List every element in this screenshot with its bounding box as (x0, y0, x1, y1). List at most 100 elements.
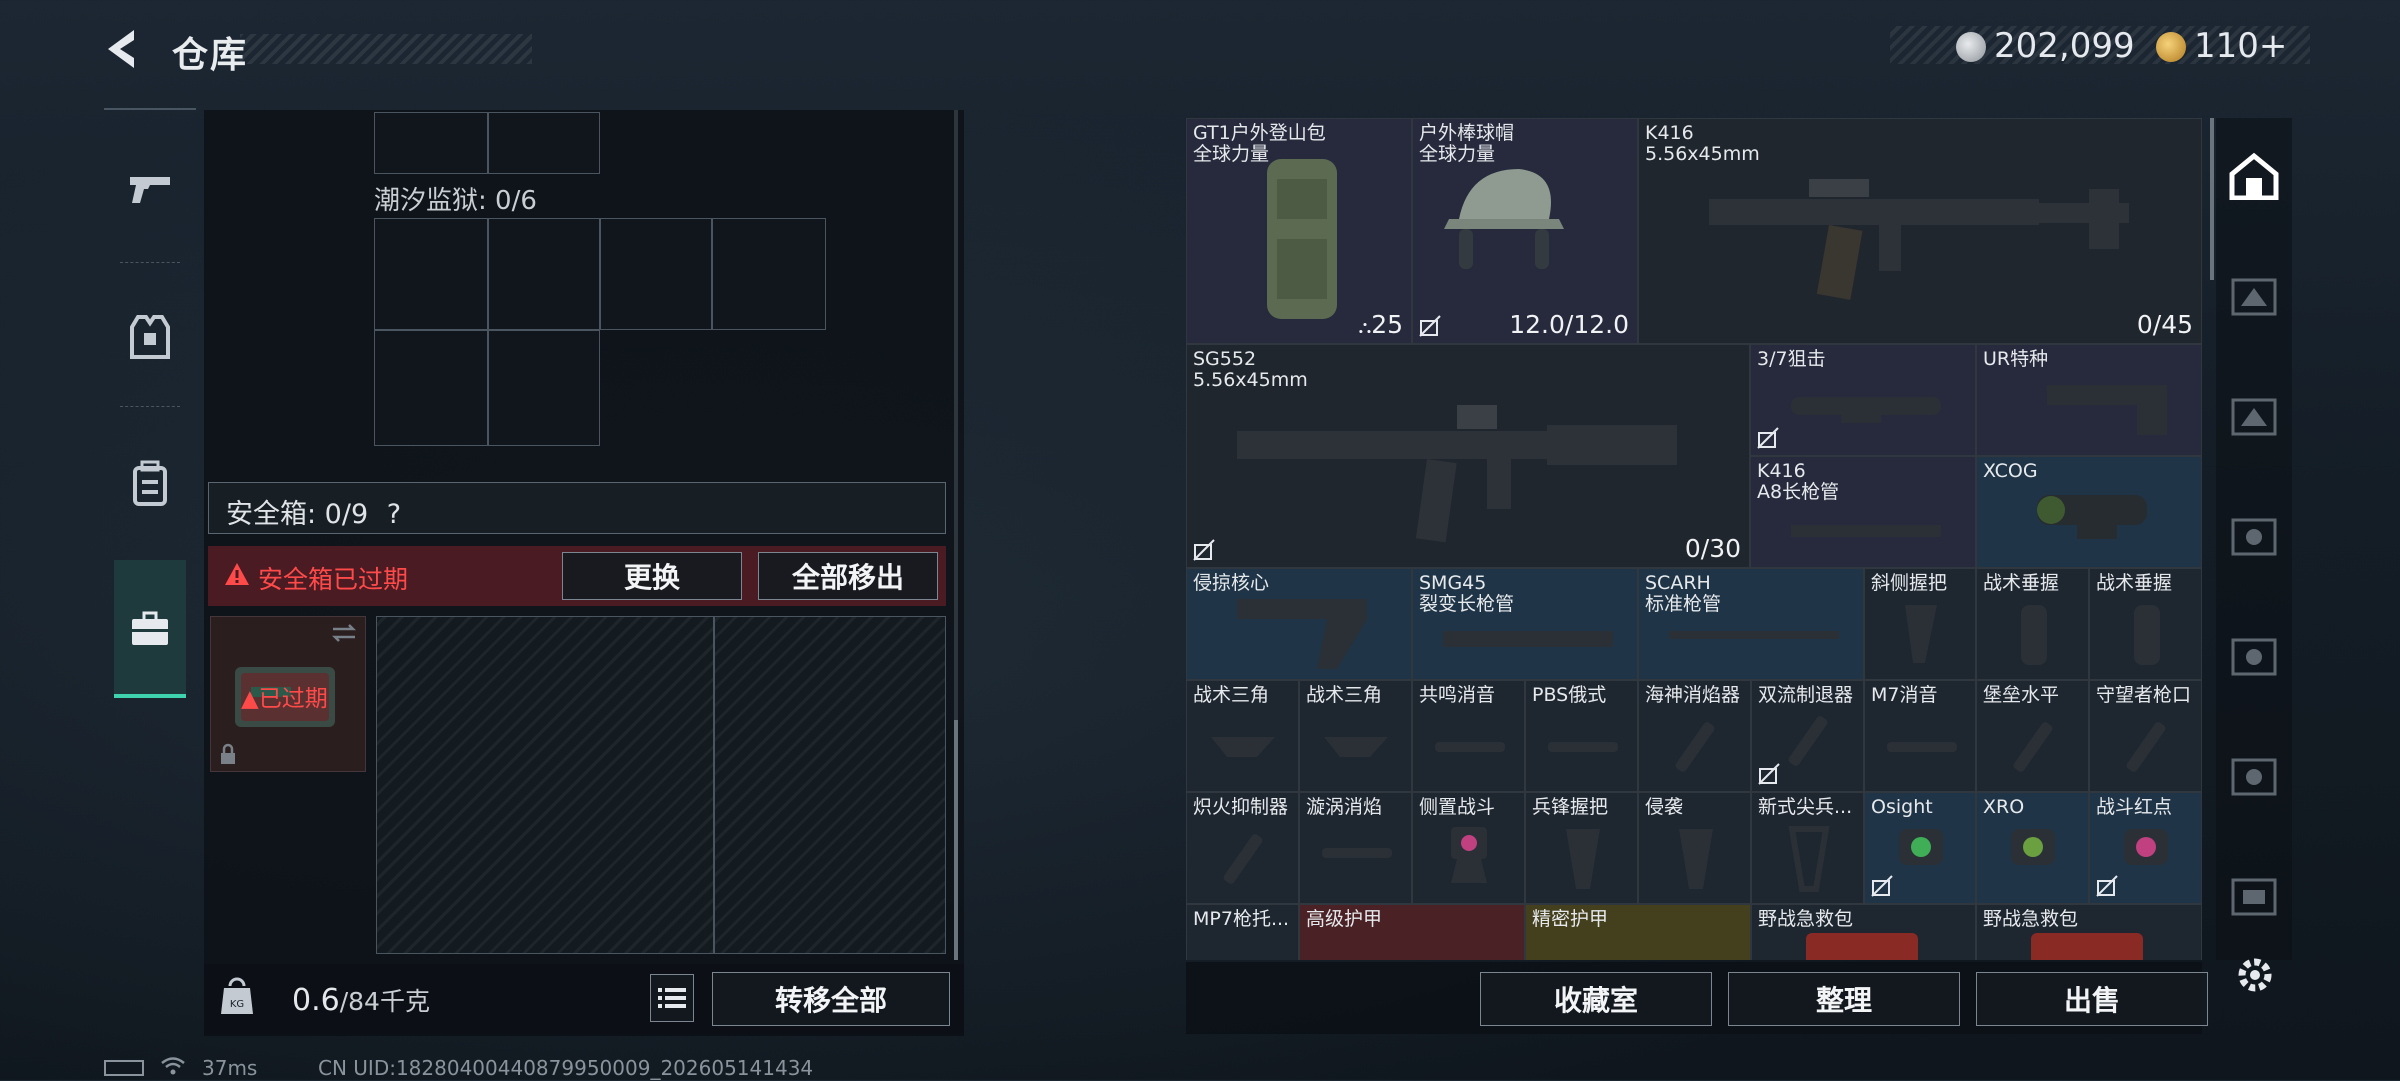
suppressor-image (1548, 742, 1618, 752)
sell-button[interactable]: 出售 (1976, 972, 2208, 1026)
item-angled-grip[interactable]: 斜侧握把 (1864, 568, 1976, 680)
stash-tab-4-icon[interactable] (2218, 620, 2290, 692)
item-name-line2: 全球力量 (1193, 143, 1270, 165)
item-flash-hider[interactable]: 海神消焰器 (1638, 680, 1751, 792)
pistol-icon (130, 177, 170, 203)
safebox-slots-locked (714, 616, 946, 954)
grid-slot[interactable] (374, 330, 488, 446)
help-button[interactable]: ? (387, 499, 401, 530)
item-name: 共鸣消音 (1419, 684, 1496, 706)
item-name: 高级护甲 (1306, 908, 1383, 930)
item-triangle-grip[interactable]: 战术三角 (1186, 680, 1299, 792)
item-sg552[interactable]: SG552 5.56x45mm 0/30 (1186, 344, 1750, 568)
grid-slot[interactable] (600, 218, 712, 330)
stash-scrollbar[interactable] (2210, 118, 2214, 280)
list-view-button[interactable] (650, 974, 694, 1022)
item-bastion-muzzle[interactable]: 堡垒水平 (1976, 680, 2089, 792)
safebox-label: 安全箱: 0/9 ? (226, 492, 401, 531)
item-baseball-cap[interactable]: 户外棒球帽 全球力量 12.0/12.0 (1412, 118, 1638, 344)
item-flame-suppressor[interactable]: 炽火抑制器 (1186, 792, 1299, 904)
scope-image (2037, 495, 2147, 539)
stash-tab-5-icon[interactable] (2218, 740, 2290, 812)
wifi-icon (160, 1056, 186, 1081)
back-arrow-icon[interactable] (100, 26, 146, 72)
grid-slot[interactable] (374, 218, 488, 330)
stash-tab-1-icon[interactable] (2218, 260, 2290, 332)
nav-case[interactable] (104, 564, 196, 694)
item-pbs-suppressor[interactable]: PBS俄式 (1525, 680, 1638, 792)
item-name-line1: SMG45 (1419, 572, 1487, 594)
item-name: XRO (1983, 796, 2025, 818)
transfer-all-button[interactable]: 转移全部 (712, 972, 950, 1026)
collection-room-button[interactable]: 收藏室 (1480, 972, 1712, 1026)
item-k416[interactable]: K416 5.56x45mm 0/45 (1638, 118, 2202, 344)
item-name: 野战急救包 (1983, 908, 2079, 930)
item-vanguard-grip[interactable]: 新式尖兵... (1751, 792, 1864, 904)
grid-slot[interactable] (712, 218, 826, 330)
replace-button[interactable]: 更换 (562, 552, 742, 600)
nav-backpack[interactable] (104, 418, 196, 548)
vest-icon (130, 315, 170, 359)
grid-slot[interactable] (488, 112, 600, 174)
item-field-medkit[interactable]: 野战急救包 (1976, 904, 2202, 960)
grid-slot[interactable] (374, 112, 488, 174)
item-name: 户外棒球帽 全球力量 (1419, 123, 1514, 165)
item-name: 堡垒水平 (1983, 684, 2060, 706)
sight-image (2124, 829, 2168, 865)
item-name: 双流制退器 (1758, 684, 1854, 706)
item-capacity: ⛬25 (1359, 310, 1403, 339)
item-name: M7消音 (1871, 684, 1938, 706)
stash-home-icon[interactable] (2218, 140, 2290, 212)
grid-slot[interactable] (488, 218, 600, 330)
no-sell-icon (1757, 427, 1779, 449)
item-mp7-stock[interactable]: MP7枪托... (1186, 904, 1299, 960)
suppressor-image (1322, 848, 1392, 858)
nav-armor[interactable] (104, 272, 196, 402)
settings-gear-icon[interactable] (2234, 954, 2276, 1000)
item-spearhead-grip[interactable]: 兵锋握把 (1525, 792, 1638, 904)
item-name: 战术垂握 (2096, 572, 2173, 594)
item-combat-red-dot[interactable]: 战斗红点 (2089, 792, 2202, 904)
weight-total: /84千克 (339, 987, 430, 1016)
item-osight[interactable]: Osight (1864, 792, 1976, 904)
item-backpack-gt1[interactable]: GT1户外登山包 全球力量 ⛬25 (1186, 118, 1412, 344)
item-suppressor[interactable]: 共鸣消音 (1412, 680, 1525, 792)
move-all-out-button[interactable]: 全部移出 (758, 552, 938, 600)
item-name: 守望者枪口 (2096, 684, 2192, 706)
item-side-sight[interactable]: 侧置战斗 (1412, 792, 1525, 904)
title-decoration (240, 34, 532, 64)
stash-tab-2-icon[interactable] (2218, 380, 2290, 452)
item-xro[interactable]: XRO (1976, 792, 2089, 904)
left-scrollbar-thumb[interactable] (954, 720, 958, 960)
item-warden-muzzle[interactable]: 守望者枪口 (2089, 680, 2202, 792)
item-stock-invader[interactable]: 侵掠核心 (1186, 568, 1412, 680)
grip-image (1905, 605, 1937, 663)
stash-tab-3-icon[interactable] (2218, 500, 2290, 572)
item-vertical-grip[interactable]: 战术垂握 (2089, 568, 2202, 680)
item-name-line1: K416 (1645, 122, 1694, 144)
expired-warning-text: 安全箱已过期 (258, 565, 409, 594)
safebox-thumbnail[interactable]: ▲已过期 (210, 616, 366, 772)
sight-image (2011, 829, 2055, 865)
nav-weapons[interactable] (104, 124, 196, 254)
item-smg45-barrel[interactable]: SMG45 裂变长枪管 (1412, 568, 1638, 680)
nav-divider (120, 406, 180, 407)
item-precision-armor[interactable]: 精密护甲 (1525, 904, 1751, 960)
item-triangle-grip[interactable]: 战术三角 (1299, 680, 1412, 792)
item-k416-barrel[interactable]: K416 A8长枪管 (1750, 456, 1976, 568)
gold-coin-amount[interactable]: 110+ (2194, 26, 2287, 66)
grid-slot[interactable] (488, 330, 600, 446)
item-vortex-flash-hider[interactable]: 漩涡消焰 (1299, 792, 1412, 904)
sort-button[interactable]: 整理 (1728, 972, 1960, 1026)
item-advanced-armor[interactable]: 高级护甲 (1299, 904, 1525, 960)
item-vertical-grip[interactable]: 战术垂握 (1976, 568, 2089, 680)
item-scope-3-7[interactable]: 3/7狙击 (1750, 344, 1976, 456)
item-scarh-barrel[interactable]: SCARH 标准枪管 (1638, 568, 1864, 680)
item-m7-suppressor[interactable]: M7消音 (1864, 680, 1976, 792)
item-muzzle-brake[interactable]: 双流制退器 (1751, 680, 1864, 792)
item-field-medkit[interactable]: 野战急救包 (1751, 904, 1976, 960)
item-stock-ur[interactable]: UR特种 (1976, 344, 2202, 456)
item-raid-grip[interactable]: 侵袭 (1638, 792, 1751, 904)
stash-tab-6-icon[interactable] (2218, 860, 2290, 932)
item-xcog[interactable]: XCOG (1976, 456, 2202, 568)
